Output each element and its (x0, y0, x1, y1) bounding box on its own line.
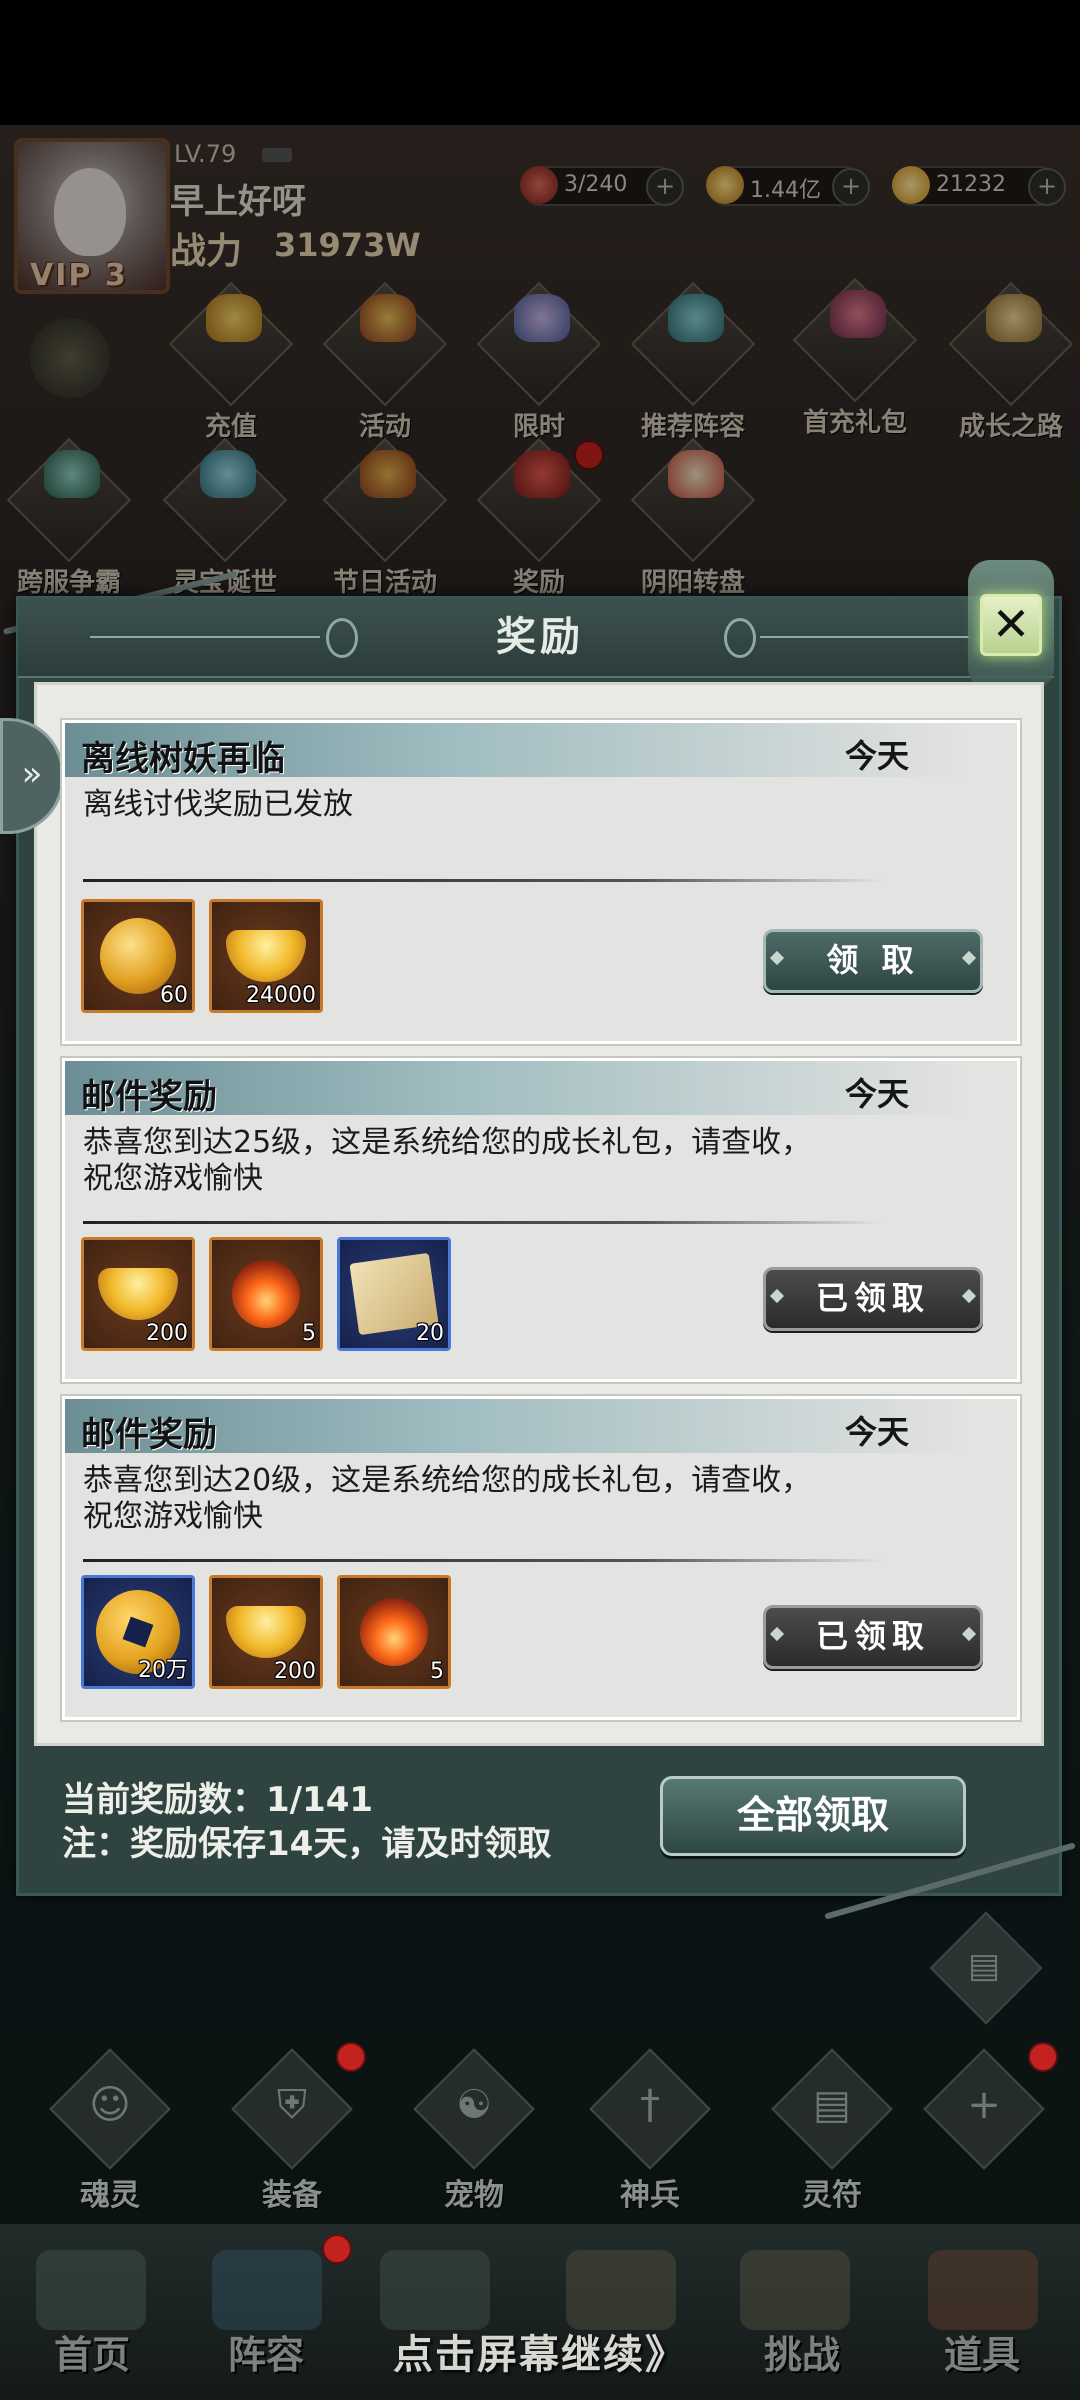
button-pip (961, 1288, 977, 1304)
reward-item[interactable]: 200 (209, 1575, 323, 1689)
mail-date: 今天 (844, 1413, 909, 1451)
mail-text: 恭喜您到达20级，这是系统给您的成长礼包，请查收，祝您游戏愉快 (83, 1463, 812, 1534)
bottom-icon-label: 装备 (262, 2178, 322, 2213)
mail-card: 邮件奖励 今天 恭喜您到达20级，这是系统给您的成长礼包，请查收，祝您游戏愉快 … (62, 1396, 1020, 1720)
reward-item[interactable]: 5 (337, 1575, 451, 1689)
reward-count: 当前奖励数：1/141 (62, 1780, 374, 1820)
item-count: 200 (146, 1321, 188, 1346)
gold-ingot-icon (98, 1268, 178, 1320)
bottom-icon-label: 灵符 (802, 2178, 862, 2213)
mail-text: 离线讨伐奖励已发放 (83, 787, 353, 822)
bottom-icon-weapon[interactable]: † 神兵 (589, 2048, 711, 2214)
mail-title: 邮件奖励 (81, 1077, 217, 1117)
bottom-icon-label: 神兵 (620, 2178, 680, 2213)
gold-ingot-icon (226, 1606, 306, 1658)
claim-button-label: 领 取 (826, 941, 920, 979)
reward-item[interactable]: 200 (81, 1237, 195, 1351)
claimed-button-label: 已领取 (815, 1617, 930, 1655)
claimed-button-label: 已领取 (815, 1279, 930, 1317)
item-count: 24000 (246, 983, 316, 1008)
more-red-dot (1028, 2042, 1058, 2072)
fire-orb-icon (232, 1260, 300, 1328)
equipment-red-dot (336, 2042, 366, 2072)
button-pip (961, 950, 977, 966)
bottom-icon-label: 宠物 (444, 2178, 504, 2213)
item-count: 5 (430, 1659, 444, 1684)
mail-card: 离线树妖再临 今天 离线讨伐奖励已发放 60 24000 领 取 (62, 720, 1020, 1044)
claimed-button[interactable]: 已领取 (763, 1605, 983, 1669)
items-bag-icon (928, 2250, 1038, 2330)
claimed-button[interactable]: 已领取 (763, 1267, 983, 1331)
item-count: 60 (160, 983, 188, 1008)
lineup-book-icon (212, 2250, 322, 2330)
mail-text: 恭喜您到达25级，这是系统给您的成长礼包，请查收，祝您游戏愉快 (83, 1125, 812, 1196)
fire-orb-icon (360, 1598, 428, 1666)
reward-item[interactable]: 24000 (209, 899, 323, 1013)
talisman-icon: ▤ (813, 2082, 851, 2128)
mail-title: 邮件奖励 (81, 1415, 217, 1455)
home-building-icon (36, 2250, 146, 2330)
reward-item[interactable]: 20 (337, 1237, 451, 1351)
spirit-icon (380, 2250, 490, 2330)
claim-all-button[interactable]: 全部领取 (660, 1776, 966, 1856)
button-pip (961, 1626, 977, 1642)
claim-button[interactable]: 领 取 (763, 929, 983, 993)
item-count: 20 (416, 1321, 444, 1346)
bottom-icon-equipment[interactable]: ⛨ 装备 (231, 2048, 353, 2214)
lineup-red-dot (322, 2234, 352, 2264)
reward-item[interactable]: 60 (81, 899, 195, 1013)
bottom-icon-pet[interactable]: ☯ 宠物 (413, 2048, 535, 2214)
close-button[interactable]: ✕ (980, 594, 1042, 656)
button-pip (769, 1288, 785, 1304)
button-pip (769, 1626, 785, 1642)
battle-swords-icon (566, 2250, 676, 2330)
coin-hole (122, 1616, 154, 1648)
tap-to-continue-hint[interactable]: 点击屏幕继续》 (0, 2322, 1080, 2380)
bottom-icon-soul[interactable]: ☺ 魂灵 (49, 2048, 171, 2214)
chat-icon: ▤ (967, 1946, 1001, 1986)
bottom-icon-label: 魂灵 (80, 2178, 140, 2213)
status-bar-area (0, 0, 1080, 125)
pet-icon: ☯ (456, 2082, 492, 2128)
reward-item[interactable]: 20万 (81, 1575, 195, 1689)
reward-note: 注：奖励保存14天，请及时领取 (62, 1824, 552, 1864)
modal-title: 奖励 (496, 614, 584, 660)
mail-divider (83, 1559, 883, 1562)
gold-ingot-icon (226, 930, 306, 982)
mail-divider (83, 1221, 883, 1224)
mail-card: 邮件奖励 今天 恭喜您到达25级，这是系统给您的成长礼包，请查收，祝您游戏愉快 … (62, 1058, 1020, 1382)
plus-icon: + (967, 2082, 1001, 2128)
button-pip (769, 950, 785, 966)
item-count: 200 (274, 1659, 316, 1684)
mail-date: 今天 (844, 1075, 909, 1113)
item-count: 20万 (138, 1658, 188, 1683)
challenge-scroll-icon (740, 2250, 850, 2330)
mail-title: 离线树妖再临 (81, 739, 285, 779)
mail-divider (83, 879, 883, 882)
helmet-icon: ⛨ (277, 2082, 307, 2128)
item-count: 5 (302, 1321, 316, 1346)
bottom-icon-talisman[interactable]: ▤ 灵符 (771, 2048, 893, 2214)
mail-date: 今天 (844, 737, 909, 775)
bottom-icon-more[interactable]: + (923, 2048, 1045, 2170)
sword-icon: † (640, 2082, 660, 2128)
soul-icon: ☺ (89, 2082, 131, 2128)
reward-item[interactable]: 5 (209, 1237, 323, 1351)
